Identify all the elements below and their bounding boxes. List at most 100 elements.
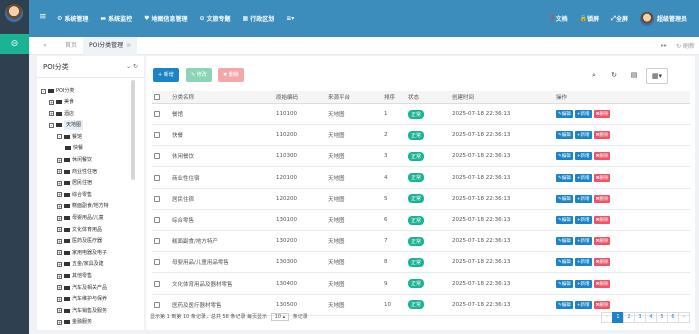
tree-node[interactable]: + 美食 bbox=[49, 97, 74, 107]
row-checkbox[interactable] bbox=[154, 274, 160, 294]
tree-node[interactable]: + 综合零售 bbox=[57, 190, 92, 200]
row-checkbox[interactable] bbox=[154, 295, 160, 315]
row-checkbox[interactable] bbox=[154, 104, 160, 124]
row-add-button[interactable]: +新增 bbox=[574, 300, 592, 309]
row-edit-button[interactable]: ✎编辑 bbox=[556, 110, 573, 118]
table-row[interactable]: 居民住宿 120200 天地图 5 正常 2025-07-18 22:36:13 ✎编辑 +新… bbox=[152, 189, 690, 210]
tab-scroll-left-icon[interactable]: « bbox=[43, 42, 47, 49]
top-right-item[interactable]: ⤢ 全屏 bbox=[611, 14, 628, 24]
table-row[interactable]: 文化体育用品及器材零售 130400 天地图 9 正常 2025-07-18 22:36:… bbox=[152, 274, 690, 295]
row-checkbox[interactable] bbox=[154, 168, 160, 188]
row-edit-button[interactable]: ✎编辑 bbox=[556, 152, 573, 161]
checkbox[interactable] bbox=[154, 153, 160, 160]
nav-toggle-icon[interactable]: ⊝ bbox=[0, 34, 29, 54]
expand-icon[interactable]: + bbox=[57, 296, 62, 302]
tree-node[interactable]: 快餐 bbox=[65, 143, 83, 153]
table-row[interactable]: 休闲餐饮 110300 天地图 3 正常 2025-07-18 22:36:13 ✎编辑 +新… bbox=[152, 146, 690, 168]
row-delete-button[interactable]: ✖删除 bbox=[593, 258, 611, 267]
user-menu[interactable]: 超级管理员 bbox=[639, 11, 687, 26]
table-row[interactable]: 综合零售 130100 天地图 6 正常 2025-07-18 22:36:13 ✎编辑 +新… bbox=[152, 210, 690, 231]
row-add-button[interactable]: +新增 bbox=[574, 131, 592, 140]
top-menu-item[interactable]: ♥ 地图信息管理 bbox=[144, 14, 187, 23]
row-edit-button[interactable]: ✎编辑 bbox=[556, 258, 573, 267]
row-add-button[interactable]: +新增 bbox=[574, 279, 592, 288]
next-page-button[interactable]: › bbox=[678, 312, 690, 323]
search-icon[interactable]: ⌕ bbox=[586, 68, 602, 84]
table-row[interactable]: 糕面副食/地方特产 130200 天地图 7 正常 2025-07-18 22:36:13… bbox=[152, 231, 690, 253]
row-add-button[interactable]: +新增 bbox=[574, 110, 592, 118]
tree-node[interactable]: + 汽车及相关产品 bbox=[57, 283, 107, 293]
expand-icon[interactable]: + bbox=[57, 192, 62, 198]
toggle-view-icon[interactable]: ▤ bbox=[626, 68, 642, 84]
checkbox[interactable] bbox=[154, 301, 160, 308]
checkbox[interactable] bbox=[154, 195, 160, 202]
columns-menu-icon[interactable]: ▦▾ bbox=[646, 68, 668, 84]
tree-node[interactable]: + 休闲餐饮 bbox=[57, 155, 92, 165]
tree-node[interactable]: + 母婴用品/儿童 bbox=[57, 213, 104, 223]
column-header[interactable]: 原始编码 bbox=[276, 91, 298, 103]
expand-icon[interactable]: + bbox=[57, 250, 62, 256]
expand-icon[interactable]: + bbox=[57, 215, 62, 221]
row-add-button[interactable]: +新增 bbox=[574, 194, 592, 203]
row-edit-button[interactable]: ✎编辑 bbox=[556, 279, 573, 288]
column-header[interactable]: 创建时间 bbox=[452, 91, 474, 103]
chevron-down-icon[interactable]: ⌄ bbox=[126, 63, 131, 70]
collapse-icon[interactable]: - bbox=[41, 88, 46, 94]
expand-icon[interactable]: + bbox=[57, 238, 62, 244]
tree-node[interactable]: + 金融服务 bbox=[57, 317, 92, 327]
tab-home[interactable]: 首页 bbox=[59, 37, 83, 55]
tree-node[interactable]: + 酒店 bbox=[49, 109, 74, 119]
row-delete-button[interactable]: ✖删除 bbox=[593, 279, 611, 288]
checkbox[interactable] bbox=[154, 259, 160, 266]
select-all-checkbox[interactable] bbox=[154, 91, 160, 103]
row-checkbox[interactable] bbox=[154, 189, 160, 209]
tree-node[interactable]: + 医药及医疗器 bbox=[57, 236, 102, 246]
table-row[interactable]: 快餐 110200 天地图 2 正常 2025-07-18 22:36:13 ✎编辑 +新增 ✖… bbox=[152, 125, 690, 147]
tree-node[interactable]: + 汽车销售及服务 bbox=[57, 306, 107, 316]
checkbox[interactable] bbox=[154, 111, 160, 117]
expand-icon[interactable]: + bbox=[57, 319, 62, 325]
checkbox[interactable] bbox=[154, 280, 160, 287]
expand-icon[interactable]: + bbox=[49, 111, 54, 117]
row-edit-button[interactable]: ✎编辑 bbox=[556, 173, 573, 182]
row-delete-button[interactable]: ✖删除 bbox=[593, 110, 611, 118]
column-header[interactable]: 状态 bbox=[408, 91, 419, 103]
avatar[interactable] bbox=[5, 4, 23, 22]
column-header[interactable]: 分类名称 bbox=[172, 91, 194, 103]
tree-node[interactable]: + 家用电器及电子 bbox=[57, 248, 107, 258]
tree-node[interactable]: + 商业性住宿 bbox=[57, 167, 97, 177]
checkbox[interactable] bbox=[154, 217, 160, 223]
top-menu-item[interactable]: ▦ 行政区划 bbox=[243, 14, 275, 23]
row-add-button[interactable]: +新增 bbox=[574, 216, 592, 224]
add-button[interactable]: + 新增 bbox=[153, 68, 179, 82]
row-delete-button[interactable]: ✖删除 bbox=[593, 152, 611, 161]
tree-scrollbar[interactable] bbox=[131, 80, 135, 180]
row-checkbox[interactable] bbox=[154, 231, 160, 251]
row-add-button[interactable]: +新增 bbox=[574, 152, 592, 161]
row-add-button[interactable]: +新增 bbox=[574, 258, 592, 267]
row-delete-button[interactable]: ✖删除 bbox=[593, 300, 611, 309]
row-delete-button[interactable]: ✖删除 bbox=[593, 194, 611, 203]
refresh-icon[interactable]: ↻ bbox=[606, 68, 622, 84]
expand-icon[interactable]: + bbox=[57, 169, 62, 175]
expand-icon[interactable]: + bbox=[57, 285, 62, 291]
expand-icon[interactable]: + bbox=[57, 273, 62, 279]
table-row[interactable]: 母婴用品/儿童用品零售 130300 天地图 8 正常 2025-07-18 22:36:… bbox=[152, 252, 690, 274]
row-edit-button[interactable]: ✎编辑 bbox=[556, 216, 573, 224]
collapse-icon[interactable]: - bbox=[57, 134, 62, 140]
row-edit-button[interactable]: ✎编辑 bbox=[556, 300, 573, 309]
page-size-select[interactable]: 10 ▴ bbox=[270, 313, 290, 321]
close-icon[interactable]: ⊗ bbox=[126, 42, 131, 49]
tree-node[interactable]: + 汽车维护与保养 bbox=[57, 294, 107, 304]
row-add-button[interactable]: +新增 bbox=[574, 173, 592, 182]
delete-button[interactable]: ✖ 删除 bbox=[218, 68, 244, 82]
checkbox[interactable] bbox=[154, 238, 160, 245]
row-checkbox[interactable] bbox=[154, 210, 160, 230]
top-right-item[interactable]: 🔒 锁屏 bbox=[580, 14, 600, 23]
expand-icon[interactable]: + bbox=[57, 261, 62, 267]
checkbox[interactable] bbox=[154, 94, 160, 100]
expand-icon[interactable]: + bbox=[49, 99, 54, 105]
expand-icon[interactable]: + bbox=[57, 157, 62, 163]
tree-node[interactable]: + 文化体育用品 bbox=[57, 225, 102, 235]
top-menu-item[interactable]: ⊙ 文旅专题 bbox=[200, 14, 231, 23]
